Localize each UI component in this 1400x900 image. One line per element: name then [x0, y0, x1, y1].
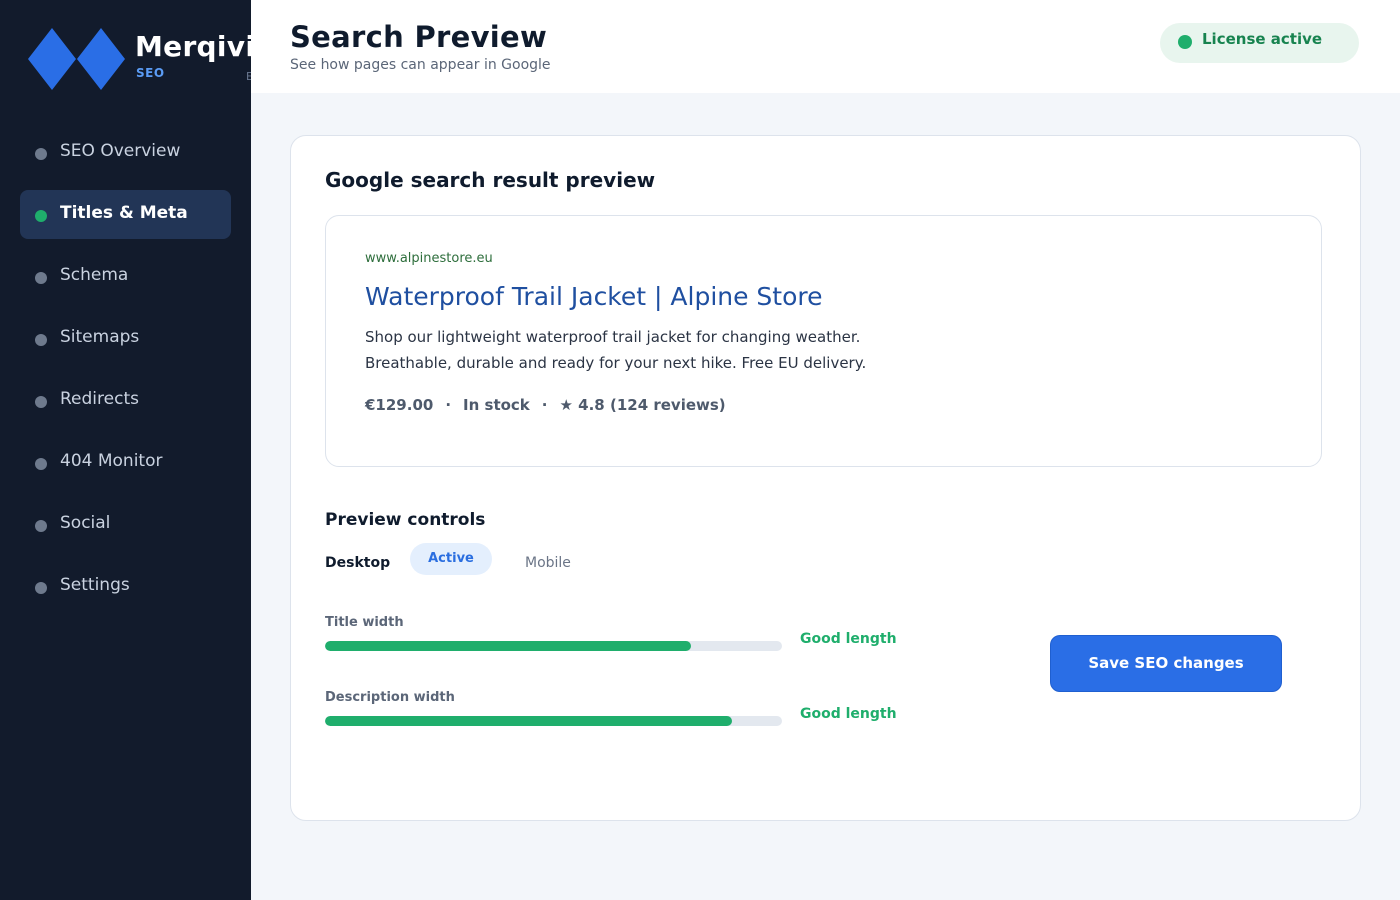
description-width-status: Good length — [800, 706, 897, 722]
sidebar-item-label: Titles & Meta — [60, 203, 188, 223]
sidebar-item-label: 404 Monitor — [60, 451, 163, 471]
device-desktop-label[interactable]: Desktop — [325, 555, 390, 571]
serp-stock: In stock — [463, 396, 530, 414]
sidebar-item-404-monitor[interactable]: 404 Monitor — [20, 438, 231, 487]
serp-description-line: Breathable, durable and ready for your n… — [365, 354, 867, 372]
sidebar-item-social[interactable]: Social — [20, 500, 231, 549]
sidebar-item-seo-overview[interactable]: SEO Overview — [20, 128, 231, 177]
page-header: Search Preview See how pages can appear … — [251, 0, 1400, 93]
bullet-icon — [35, 582, 47, 594]
title-width-meter-fill — [325, 641, 691, 651]
sidebar-item-schema[interactable]: Schema — [20, 252, 231, 301]
separator: · — [541, 396, 548, 414]
description-width-meter — [325, 716, 782, 726]
card-title: Google search result preview — [325, 168, 656, 192]
serp-description-line: Shop our lightweight waterproof trail ja… — [365, 328, 861, 346]
brand-subtitle: SEO — [136, 66, 165, 80]
sidebar-item-label: Redirects — [60, 389, 139, 409]
sidebar-item-label: Sitemaps — [60, 327, 140, 347]
sidebar-nav: SEO Overview Titles & Meta Schema Sitema… — [20, 128, 231, 624]
description-width-meter-fill — [325, 716, 732, 726]
status-dot-icon — [1178, 35, 1192, 49]
serp-description: Shop our lightweight waterproof trail ja… — [365, 324, 965, 376]
title-width-meter — [325, 641, 782, 651]
sidebar-item-sitemaps[interactable]: Sitemaps — [20, 314, 231, 363]
bullet-icon — [35, 334, 47, 346]
separator: · — [445, 396, 452, 414]
bullet-icon — [35, 396, 47, 408]
device-mobile-option[interactable]: Mobile — [525, 555, 571, 571]
serp-preview: www.alpinestore.eu Waterproof Trail Jack… — [325, 215, 1322, 467]
preview-controls-title: Preview controls — [325, 510, 486, 530]
serp-title: Waterproof Trail Jacket | Alpine Store — [365, 282, 823, 311]
sidebar: Merqivi SEO E SEO Overview Titles & Meta… — [0, 0, 251, 900]
bullet-icon — [35, 148, 47, 160]
sidebar-item-label: Settings — [60, 575, 130, 595]
sidebar-item-settings[interactable]: Settings — [20, 562, 231, 611]
bullet-icon — [35, 272, 47, 284]
serp-rating: ★ 4.8 (124 reviews) — [559, 396, 726, 414]
save-seo-changes-button[interactable]: Save SEO changes — [1050, 635, 1282, 692]
page-title: Search Preview — [290, 20, 548, 54]
sidebar-item-label: SEO Overview — [60, 141, 181, 161]
serp-url: www.alpinestore.eu — [365, 251, 493, 266]
license-status-badge: License active — [1160, 23, 1359, 63]
sidebar-item-label: Social — [60, 513, 111, 533]
sidebar-item-label: Schema — [60, 265, 129, 285]
license-status-text: License active — [1202, 30, 1323, 48]
title-width-status: Good length — [800, 631, 897, 647]
serp-rich-snippet: €129.00 · In stock · ★ 4.8 (124 reviews) — [365, 396, 726, 414]
bullet-icon — [35, 458, 47, 470]
brand-name: Merqivi — [135, 30, 251, 63]
serp-price: €129.00 — [365, 396, 434, 414]
brand-logo-icon — [28, 28, 125, 90]
device-active-badge[interactable]: Active — [410, 543, 492, 575]
bullet-icon — [35, 520, 47, 532]
brand: Merqivi SEO E — [28, 28, 251, 90]
title-width-label: Title width — [325, 615, 404, 630]
sidebar-item-titles-meta[interactable]: Titles & Meta — [20, 190, 231, 239]
sidebar-item-redirects[interactable]: Redirects — [20, 376, 231, 425]
bullet-icon — [35, 210, 47, 222]
search-preview-card: Google search result preview www.alpines… — [290, 135, 1361, 821]
description-width-label: Description width — [325, 690, 455, 705]
page-subtitle: See how pages can appear in Google — [290, 57, 551, 73]
